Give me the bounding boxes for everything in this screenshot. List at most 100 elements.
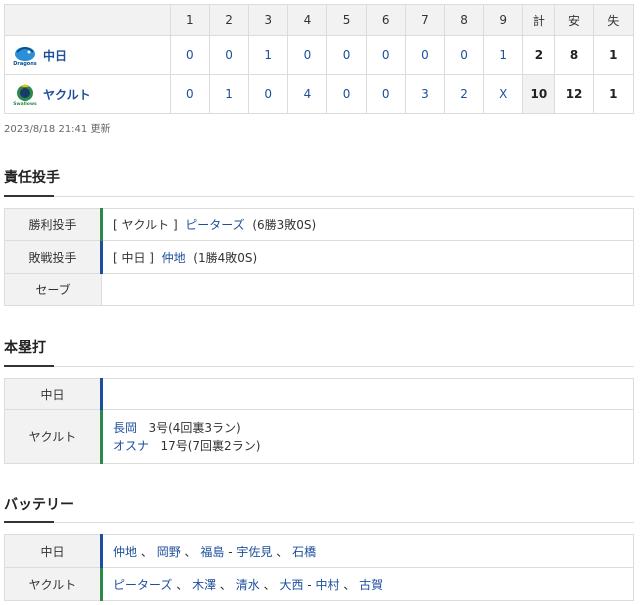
battery-pitcher-link[interactable]: 岡野 xyxy=(157,545,181,559)
homerun-batter-link[interactable]: オスナ xyxy=(113,439,149,453)
inning-score: 0 xyxy=(326,35,367,75)
pitcher-team: [ ヤクルト ] xyxy=(113,218,178,232)
homerun-batter-link[interactable]: 長岡 xyxy=(113,421,137,435)
inning-score: 0 xyxy=(326,74,367,114)
total-runs: 10 xyxy=(522,74,556,114)
inning-header: 2 xyxy=(208,4,250,36)
inning-score: 1 xyxy=(483,35,524,75)
inning-score: 0 xyxy=(443,35,485,75)
homerun-team-label: ヤクルト xyxy=(4,409,102,464)
homerun-entry: オスナ 17号(7回裏2ラン) xyxy=(113,437,633,455)
inning-score: 1 xyxy=(248,35,289,75)
battery-separator: 、 xyxy=(184,544,197,559)
save-value-empty xyxy=(101,273,634,306)
inning-header: 1 xyxy=(169,4,210,36)
section-title-underline xyxy=(4,365,54,367)
battery-separator: 、 xyxy=(263,577,276,592)
pitcher-label: 勝利投手 xyxy=(4,208,102,241)
pitcher-team: [ 中日 ] xyxy=(113,250,154,265)
homerun-team-label: 中日 xyxy=(4,378,102,410)
inning-score: 0 xyxy=(404,35,445,75)
inning-score: 0 xyxy=(365,35,406,75)
total-errors: 1 xyxy=(592,35,635,75)
inning-score: 0 xyxy=(248,74,289,114)
battery-team-label: ヤクルト xyxy=(4,567,102,601)
battery-pitcher-link[interactable]: 木澤 xyxy=(192,578,216,592)
battery-dash: - xyxy=(307,577,312,592)
errors-header: 失 xyxy=(592,4,635,36)
battery-pitcher-link[interactable]: 大西 xyxy=(279,578,303,592)
pitcher-label: セーブ xyxy=(4,273,102,306)
homerun-detail: 17号(7回裏2ラン) xyxy=(160,438,261,453)
battery-catcher-link[interactable]: 中村 xyxy=(315,578,339,592)
inning-score: 3 xyxy=(404,74,445,114)
pitchers-section-title: 責任投手 xyxy=(4,170,60,186)
section-divider xyxy=(4,366,634,367)
inning-header: 4 xyxy=(287,4,328,36)
battery-section-title: バッテリー xyxy=(4,497,74,513)
pitcher-name-link[interactable]: ピーターズ xyxy=(185,218,244,232)
battery-row-dragons: 中日 仲地 、 岡野 、 福島 - 宇佐見 、 石橋 xyxy=(4,534,634,568)
dragons-logo-icon: Dragons xyxy=(13,43,37,67)
battery-pitcher-link[interactable]: 福島 xyxy=(200,545,224,559)
pitcher-record: (1勝4敗0S) xyxy=(193,250,258,265)
battery-catcher-link[interactable]: 古賀 xyxy=(359,578,383,592)
inning-header: 3 xyxy=(248,4,289,36)
inning-score: 0 xyxy=(287,35,328,75)
inning-header: 5 xyxy=(326,4,367,36)
team-name-link[interactable]: 中日 xyxy=(43,47,67,64)
pitchers-table: 勝利投手 [ ヤクルト ] ピーターズ (6勝3敗0S) 敗戦投手 [ 中日 ]… xyxy=(4,208,634,306)
section-divider xyxy=(4,196,634,197)
pitcher-record: (6勝3敗0S) xyxy=(252,218,317,232)
inning-score: 2 xyxy=(443,74,485,114)
battery-separator: 、 xyxy=(276,544,289,559)
battery-dash: - xyxy=(228,544,233,559)
section-divider xyxy=(4,522,634,523)
inning-score: 0 xyxy=(208,35,250,75)
updated-timestamp: 2023/8/18 21:41 更新 xyxy=(4,124,111,135)
pitcher-label: 敗戦投手 xyxy=(4,240,102,274)
homerun-row-dragons: 中日 xyxy=(4,378,634,410)
battery-separator: 、 xyxy=(219,577,232,592)
homeruns-section-title: 本塁打 xyxy=(4,340,46,356)
total-runs: 2 xyxy=(522,35,556,75)
battery-pitcher-link[interactable]: ピーターズ xyxy=(113,578,172,592)
battery-pitcher-link[interactable]: 仲地 xyxy=(113,545,137,559)
hits-header: 安 xyxy=(554,4,594,36)
pitcher-name-link[interactable]: 仲地 xyxy=(162,251,186,265)
battery-table: 中日 仲地 、 岡野 、 福島 - 宇佐見 、 石橋 ヤクルト ピーターズ 、 … xyxy=(4,534,634,601)
battery-row-swallows: ヤクルト ピーターズ 、 木澤 、 清水 、 大西 - 中村 、 古賀 xyxy=(4,567,634,601)
battery-pitcher-link[interactable]: 清水 xyxy=(236,578,260,592)
homeruns-table: 中日 ヤクルト 長岡 3号(4回裏3ラン) オスナ 17号(7回裏2ラン) xyxy=(4,378,634,464)
scoreboard-row-dragons: Dragons 中日 0 0 1 0 0 0 0 0 1 2 8 1 xyxy=(4,35,635,75)
scoreboard-row-swallows: Swallows ヤクルト 0 1 0 4 0 0 3 2 X 10 12 1 xyxy=(4,74,635,114)
team-name-link[interactable]: ヤクルト xyxy=(43,86,91,103)
scoreboard-header-row: 1 2 3 4 5 6 7 8 9 計 安 失 xyxy=(4,4,635,36)
svg-text:Swallows: Swallows xyxy=(13,101,37,106)
homerun-entry: 長岡 3号(4回裏3ラン) xyxy=(113,419,633,437)
svg-text:Dragons: Dragons xyxy=(13,61,37,66)
inning-header: 7 xyxy=(404,4,445,36)
homerun-list-empty xyxy=(100,378,634,410)
homerun-row-swallows: ヤクルト 長岡 3号(4回裏3ラン) オスナ 17号(7回裏2ラン) xyxy=(4,409,634,464)
battery-separator: 、 xyxy=(176,577,189,592)
total-hits: 8 xyxy=(554,35,594,75)
inning-score: 4 xyxy=(287,74,328,114)
battery-team-label: 中日 xyxy=(4,534,102,568)
total-hits: 12 xyxy=(554,74,594,114)
section-title-underline xyxy=(4,195,54,197)
battery-catcher-link[interactable]: 石橋 xyxy=(292,545,316,559)
inning-header: 6 xyxy=(365,4,406,36)
inning-score: 0 xyxy=(365,74,406,114)
battery-catcher-link[interactable]: 宇佐見 xyxy=(236,545,272,559)
battery-separator: 、 xyxy=(140,544,153,559)
runs-header: 計 xyxy=(522,4,556,36)
total-errors: 1 xyxy=(592,74,635,114)
battery-separator: 、 xyxy=(343,577,356,592)
inning-header: 8 xyxy=(443,4,485,36)
homerun-detail: 3号(4回裏3ラン) xyxy=(148,420,241,435)
swallows-logo-icon: Swallows xyxy=(13,82,37,106)
inning-score: 0 xyxy=(169,35,210,75)
pitcher-row-loss: 敗戦投手 [ 中日 ] 仲地 (1勝4敗0S) xyxy=(4,240,634,274)
scoreboard: 1 2 3 4 5 6 7 8 9 計 安 失 Dragons 中日 0 0 1… xyxy=(4,4,635,114)
